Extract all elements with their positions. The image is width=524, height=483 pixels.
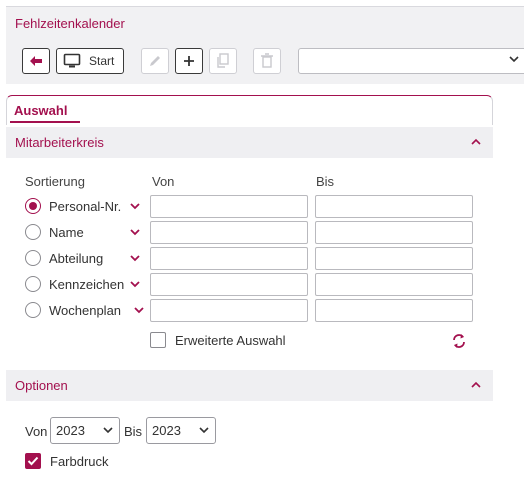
- chevron-up-icon[interactable]: [471, 138, 481, 145]
- radio-abteilung[interactable]: [25, 250, 41, 266]
- chevron-down-icon[interactable]: [130, 281, 140, 288]
- personal-nr-bis-input[interactable]: [315, 195, 473, 218]
- erweiterte-auswahl-label: Erweiterte Auswahl: [175, 333, 286, 348]
- personal-nr-von-input[interactable]: [150, 195, 308, 218]
- abteilung-bis-input[interactable]: [315, 247, 473, 270]
- pencil-icon: [150, 56, 160, 66]
- trash-icon: [261, 53, 273, 68]
- radio-personal-nr[interactable]: [25, 198, 41, 214]
- tab-active-indicator: [10, 121, 80, 123]
- tab-auswahl-label: Auswahl: [14, 103, 68, 118]
- view-select[interactable]: [298, 48, 524, 74]
- kennzeichen-von-input[interactable]: [150, 273, 308, 296]
- radio-name[interactable]: [25, 224, 41, 240]
- column-von-label: Von: [152, 174, 175, 189]
- radio-wochenplan-label: Wochenplan: [49, 303, 122, 318]
- chevron-up-icon[interactable]: [471, 381, 481, 388]
- start-button[interactable]: Start: [56, 48, 124, 74]
- chevron-down-icon: [199, 427, 209, 434]
- section-optionen-header[interactable]: Optionen: [6, 370, 493, 401]
- optionen-von-label: Von: [25, 424, 48, 439]
- refresh-icon[interactable]: [451, 333, 467, 349]
- section-mitarbeiterkreis-header[interactable]: Mitarbeiterkreis: [6, 127, 493, 158]
- plus-icon: [184, 56, 194, 66]
- farbdruck-checkbox[interactable]: [25, 453, 41, 469]
- chevron-down-icon[interactable]: [130, 229, 140, 236]
- erweiterte-auswahl-checkbox[interactable]: [150, 332, 166, 348]
- monitor-icon: [63, 53, 81, 68]
- radio-name-label: Name: [49, 225, 84, 240]
- name-von-input[interactable]: [150, 221, 308, 244]
- start-label: Start: [89, 54, 115, 68]
- section-optionen-title: Optionen: [15, 378, 68, 393]
- farbdruck-label: Farbdruck: [50, 454, 109, 469]
- radio-kennzeichen[interactable]: [25, 276, 41, 292]
- chevron-down-icon: [509, 56, 519, 63]
- copy-icon: [217, 53, 229, 68]
- radio-abteilung-label: Abteilung: [49, 251, 104, 266]
- wochenplan-bis-input[interactable]: [315, 299, 473, 322]
- von-year-select[interactable]: 2023: [50, 417, 120, 444]
- back-arrow-icon: [30, 56, 42, 66]
- delete-button[interactable]: [253, 48, 281, 74]
- chevron-down-icon[interactable]: [130, 203, 140, 210]
- wochenplan-von-input[interactable]: [150, 299, 308, 322]
- bis-year-value: 2023: [152, 423, 181, 438]
- bis-year-select[interactable]: 2023: [146, 417, 216, 444]
- column-bis-label: Bis: [316, 174, 335, 189]
- chevron-down-icon: [103, 427, 113, 434]
- copy-button[interactable]: [209, 48, 237, 74]
- toolbar: Start: [6, 41, 524, 84]
- name-bis-input[interactable]: [315, 221, 473, 244]
- optionen-bis-label: Bis: [124, 424, 143, 439]
- radio-wochenplan[interactable]: [25, 302, 41, 318]
- radio-kennzeichen-label: Kennzeichen: [49, 277, 125, 292]
- radio-personal-nr-label: Personal-Nr.: [49, 199, 122, 214]
- column-sortierung-label: Sortierung: [25, 174, 85, 189]
- von-year-value: 2023: [56, 423, 85, 438]
- kennzeichen-bis-input[interactable]: [315, 273, 473, 296]
- abteilung-von-input[interactable]: [150, 247, 308, 270]
- window-title-bar: Fehlzeitenkalender: [6, 6, 524, 41]
- checkmark-icon: [27, 456, 39, 466]
- chevron-down-icon[interactable]: [134, 307, 144, 314]
- window-title: Fehlzeitenkalender: [15, 16, 125, 31]
- add-button[interactable]: [175, 48, 203, 74]
- back-button[interactable]: [22, 48, 50, 74]
- chevron-down-icon[interactable]: [130, 255, 140, 262]
- section-mitarbeiterkreis-title: Mitarbeiterkreis: [15, 135, 104, 150]
- edit-button[interactable]: [141, 48, 169, 74]
